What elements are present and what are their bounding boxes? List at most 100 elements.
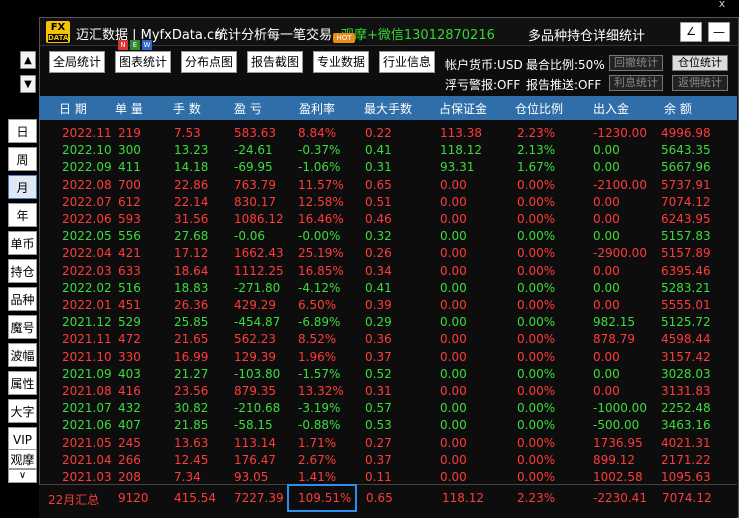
col-header-profit-rate[interactable]: 盈利率 <box>299 100 335 117</box>
table-row[interactable]: 2022.07 612 22.14 830.17 12.58% 0.51 0.00 0.00%… <box>40 194 737 210</box>
table-row[interactable]: 2022.03 633 18.64 1112.25 16.85% 0.34 0.00 0.00… <box>40 263 737 279</box>
cell-max-lots: 0.46 <box>365 212 392 226</box>
left-nav-scroll-up-button[interactable]: ▲ <box>20 51 36 69</box>
cell-max-lots: 0.37 <box>365 349 392 364</box>
pro-data-button[interactable]: 专业数据 <box>313 51 369 73</box>
outer-close-icon[interactable]: x <box>712 0 732 10</box>
table-row[interactable]: 2022.11 219 7.53 583.63 8.84% 0.22 113.38 2.23%… <box>40 125 737 141</box>
nav-year-tab[interactable]: 年 <box>8 203 37 227</box>
cell-pnl: 583.63 <box>234 126 276 140</box>
col-header-balance[interactable]: 余 额 <box>664 100 692 117</box>
nav-more-chevron-icon[interactable]: ∨ <box>8 469 37 483</box>
cell-lots: 27.68 <box>174 229 209 244</box>
table-row[interactable]: 2022.01 451 26.36 429.29 6.50% 0.39 0.00 0.00% 0… <box>40 297 737 313</box>
table-row[interactable]: 2022.10 300 13.23 -24.61 -0.37% 0.41 118.12 2.1… <box>40 142 737 158</box>
cell-deposit: 0.00 <box>593 194 620 209</box>
distribution-chart-button[interactable]: 分布点图 <box>181 51 237 73</box>
cell-position-ratio: 0.00% <box>517 349 556 364</box>
cell-lots: 13.63 <box>174 435 209 450</box>
nav-week-tab[interactable]: 周 <box>8 147 37 171</box>
table-row[interactable]: 2022.08 700 22.86 763.79 11.57% 0.65 0.00 0.00%… <box>40 177 737 193</box>
cell-orders: 472 <box>118 332 141 347</box>
new-badge-e: E <box>130 40 140 50</box>
cell-max-lots: 0.29 <box>365 315 392 330</box>
table-row[interactable]: 2022.09 411 14.18 -69.95 -1.06% 0.31 93.31 1.67… <box>40 159 737 175</box>
cell-position-ratio: 0.00% <box>517 263 556 278</box>
cell-position-ratio: 2.13% <box>517 143 556 158</box>
table-row[interactable]: 2021.06 407 21.85 -58.15 -0.88% 0.53 0.00 0.00%… <box>40 417 737 433</box>
nav-day-tab[interactable]: 日 <box>8 119 37 143</box>
cell-profit-rate: 8.52% <box>298 332 337 347</box>
cell-deposit: -2900.00 <box>593 246 647 261</box>
nav-holding-tab[interactable]: 持仓 <box>8 259 37 283</box>
cell-balance: 5737.91 <box>661 177 711 192</box>
nav-large-font-tab[interactable]: 大字 <box>8 399 37 423</box>
cell-deposit: 0.00 <box>593 212 620 226</box>
table-row[interactable]: 2022.02 516 18.83 -271.80 -4.12% 0.41 0.00 0.00… <box>40 280 737 296</box>
table-row[interactable]: 2021.08 416 23.56 879.35 13.32% 0.31 0.00 0.00%… <box>40 383 737 399</box>
cell-date: 2021.08 <box>62 384 112 398</box>
col-header-deposit[interactable]: 出入金 <box>593 100 629 117</box>
left-nav-scroll-down-button[interactable]: ▼ <box>20 75 36 93</box>
cell-profit-rate: -1.06% <box>298 160 341 175</box>
cell-pnl: -0.06 <box>234 229 266 244</box>
table-row[interactable]: 2021.03 208 7.34 93.05 1.41% 0.11 0.00 0.00% 100… <box>40 469 737 485</box>
nav-month-tab[interactable]: 月 <box>8 175 37 199</box>
table-row[interactable]: 2021.07 432 30.82 -210.68 -3.19% 0.57 0.00 0.00… <box>40 400 737 416</box>
minimize-button[interactable]: ∠ <box>680 22 702 42</box>
cell-margin: 0.00 <box>440 298 467 312</box>
col-header-margin[interactable]: 占保证金 <box>439 100 487 117</box>
table-row[interactable]: 2021.05 245 13.63 113.14 1.71% 0.27 0.00 0.00% 1… <box>40 435 737 451</box>
cell-balance: 6243.95 <box>661 212 711 226</box>
cell-orders: 633 <box>118 263 141 278</box>
table-row[interactable]: 2022.06 593 31.56 1086.12 16.46% 0.46 0.00 0.00… <box>40 211 737 227</box>
cell-balance: 7074.12 <box>661 194 711 209</box>
cell-date: 2021.07 <box>62 401 112 416</box>
cell-date: 2021.03 <box>62 470 112 484</box>
table-row[interactable]: 2022.04 421 17.12 1662.43 25.19% 0.26 0.00 0.00… <box>40 245 737 261</box>
col-header-date[interactable]: 日 期 <box>59 100 87 117</box>
cell-balance: 5283.21 <box>661 280 711 295</box>
cell-deposit: 0.00 <box>593 349 620 364</box>
nav-single-currency-tab[interactable]: 单币 <box>8 231 37 255</box>
nav-symbol-tab[interactable]: 品种 <box>8 287 37 311</box>
rebate-stats-button[interactable]: 返佣统计 <box>672 75 728 91</box>
col-header-orders[interactable]: 单 量 <box>115 100 143 117</box>
table-row[interactable]: 2022.05 556 27.68 -0.06 -0.00% 0.32 0.00 0.00% 0… <box>40 228 737 244</box>
col-header-pnl[interactable]: 盈 亏 <box>234 100 262 117</box>
nav-observe-tab[interactable]: 观摩 <box>8 449 37 469</box>
table-row[interactable]: 2021.12 529 25.85 -454.87 -6.89% 0.29 0.00 0.00… <box>40 314 737 330</box>
cell-position-ratio: 0.00% <box>517 418 556 433</box>
nav-magic-tab[interactable]: 魔号 <box>8 315 37 339</box>
cell-margin: 0.00 <box>440 470 467 484</box>
table-row[interactable]: 2021.11 472 21.65 562.23 8.52% 0.36 0.00 0.00% 8… <box>40 331 737 347</box>
table-row[interactable]: 2021.10 330 16.99 129.39 1.96% 0.37 0.00 0.00% 0… <box>40 349 737 365</box>
col-header-max-lots[interactable]: 最大手数 <box>364 100 412 117</box>
cell-pnl: 763.79 <box>234 177 276 192</box>
position-stats-button[interactable]: 仓位统计 <box>672 55 728 71</box>
col-header-position-ratio[interactable]: 仓位比例 <box>515 100 563 117</box>
nav-vip-tab[interactable]: VIP <box>8 427 37 451</box>
col-header-lots[interactable]: 手 数 <box>173 100 201 117</box>
table-row[interactable]: 2021.09 403 21.27 -103.80 -1.57% 0.52 0.00 0.00… <box>40 366 737 382</box>
table-row[interactable]: 2021.04 266 12.45 176.47 2.67% 0.37 0.00 0.00% 8… <box>40 452 737 468</box>
cell-profit-rate: -6.89% <box>298 315 341 330</box>
interest-stats-button[interactable]: 利息统计 <box>609 75 663 91</box>
cell-balance: 5157.83 <box>661 229 711 244</box>
report-screenshot-button[interactable]: 报告截图 <box>247 51 303 73</box>
chart-stats-button[interactable]: 图表统计 <box>115 51 171 73</box>
cell-lots: 7.53 <box>174 126 201 140</box>
global-stats-button[interactable]: 全局统计 <box>49 51 105 73</box>
cell-profit-rate: -1.57% <box>298 366 341 381</box>
drawdown-stats-button[interactable]: 回撤统计 <box>609 55 663 71</box>
cell-deposit: -2100.00 <box>593 177 647 192</box>
cell-deposit: 0.00 <box>593 263 620 278</box>
industry-info-button[interactable]: 行业信息 <box>379 51 435 73</box>
cell-max-lots: 0.39 <box>365 298 392 312</box>
cell-deposit: 0.00 <box>593 229 620 244</box>
nav-attribute-tab[interactable]: 属性 <box>8 371 37 395</box>
nav-volatility-tab[interactable]: 波幅 <box>8 343 37 367</box>
cell-profit-rate: 11.57% <box>298 177 344 192</box>
logo-fx-text: FX <box>50 22 66 33</box>
panel-close-button[interactable]: — <box>708 22 730 42</box>
